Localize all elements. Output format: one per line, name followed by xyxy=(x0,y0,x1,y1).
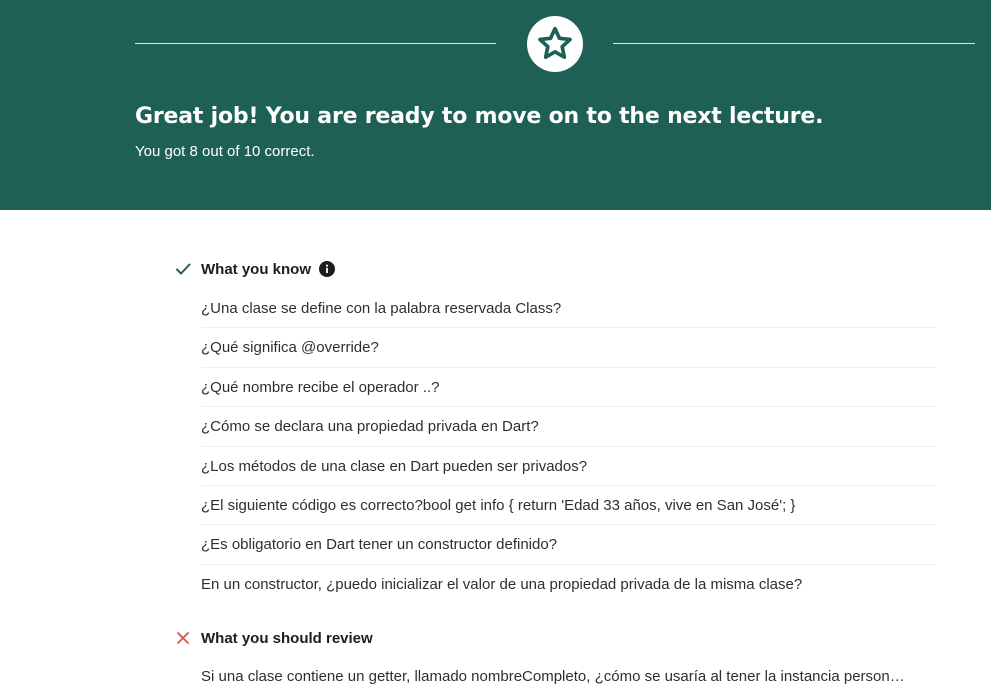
score-summary: You got 8 out of 10 correct. xyxy=(135,143,315,160)
result-title: Great job! You are ready to move on to t… xyxy=(135,104,824,129)
close-icon xyxy=(175,630,191,646)
known-questions-list: ¿Una clase se define con la palabra rese… xyxy=(201,289,936,604)
list-item[interactable]: En un constructor, ¿puedo inicializar el… xyxy=(201,565,936,604)
star-badge xyxy=(527,16,583,72)
list-item[interactable]: ¿Qué significa @override? xyxy=(201,328,936,368)
info-icon[interactable] xyxy=(319,261,335,277)
review-questions-list: Si una clase contiene un getter, llamado… xyxy=(201,657,936,696)
what-you-know-header: What you know xyxy=(175,259,335,279)
list-item[interactable]: ¿Una clase se define con la palabra rese… xyxy=(201,289,936,329)
divider-line-left xyxy=(135,43,496,44)
result-banner: Great job! You are ready to move on to t… xyxy=(0,0,991,210)
list-item[interactable]: ¿Cómo se declara una propiedad privada e… xyxy=(201,407,936,447)
list-item[interactable]: Si una clase contiene un getter, llamado… xyxy=(201,657,936,696)
list-item[interactable]: ¿El siguiente código es correcto?bool ge… xyxy=(201,486,936,526)
what-you-should-review-header: What you should review xyxy=(175,628,373,648)
divider-line-right xyxy=(613,43,975,44)
list-item[interactable]: ¿Qué nombre recibe el operador ..? xyxy=(201,368,936,408)
what-you-know-label: What you know xyxy=(201,260,311,278)
list-item[interactable]: ¿Es obligatorio en Dart tener un constru… xyxy=(201,525,936,565)
what-you-should-review-label: What you should review xyxy=(201,629,373,647)
list-item[interactable]: ¿Los métodos de una clase en Dart pueden… xyxy=(201,447,936,486)
check-icon xyxy=(175,261,191,277)
star-icon xyxy=(538,26,572,59)
